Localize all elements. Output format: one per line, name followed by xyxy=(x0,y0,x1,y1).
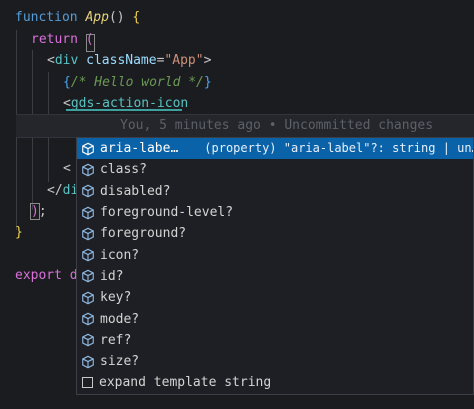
keyword-export: export xyxy=(15,268,62,283)
attr-value: "App" xyxy=(164,53,204,68)
code-line-3: <div className="App"> xyxy=(47,50,211,71)
suggestion-item[interactable]: disabled? xyxy=(77,181,473,202)
suggestion-label: icon? xyxy=(100,247,140,263)
tag-fragment: </ xyxy=(47,183,63,198)
square-icon xyxy=(82,377,93,389)
suggestion-item[interactable]: foreground-level? xyxy=(77,202,473,223)
suggestion-label: key? xyxy=(100,290,132,306)
keyword-return: return xyxy=(31,32,78,47)
cube-icon xyxy=(81,142,95,156)
suggestion-label: foreground-level? xyxy=(100,205,234,221)
code-line-10: } xyxy=(15,222,23,243)
tag-close: > xyxy=(203,53,212,68)
code-line-7: < xyxy=(63,158,71,179)
cube-icon xyxy=(81,269,95,283)
code-line-12: export d xyxy=(15,265,78,286)
cube-icon xyxy=(81,163,95,177)
params: () xyxy=(108,10,125,25)
git-blame-ghost-text: You, 5 minutes ago • Uncommitted changes xyxy=(120,118,434,133)
suggestion-item[interactable]: aria-labe… (property) "aria-label"?: stri… xyxy=(77,138,473,160)
cube-icon xyxy=(81,184,95,198)
cube-icon xyxy=(81,291,95,305)
suggestion-label: aria-labe… xyxy=(100,141,179,157)
brace: { xyxy=(63,75,71,90)
lint-underline xyxy=(66,109,182,111)
suggestion-item[interactable]: icon? xyxy=(77,244,473,265)
suggestion-item[interactable]: foreground? xyxy=(77,223,473,244)
suggestion-item[interactable]: key? xyxy=(77,287,473,308)
code-line-4: {/* Hello world */} xyxy=(63,72,212,93)
suggestion-label: ref? xyxy=(100,332,132,348)
suggestion-label: mode? xyxy=(100,311,140,327)
suggestion-label: foreground? xyxy=(100,226,187,242)
brace: } xyxy=(15,225,23,240)
cube-icon xyxy=(81,312,95,326)
keyword-function: function xyxy=(15,10,78,25)
suggestion-item[interactable]: size? xyxy=(77,351,473,372)
suggestion-detail: (property) "aria-label"?: string | un… xyxy=(204,141,473,156)
suggestion-item[interactable]: class? xyxy=(77,159,473,180)
suggestion-label: disabled? xyxy=(100,183,171,199)
suggestion-widget[interactable]: aria-labe… (property) "aria-label"?: stri… xyxy=(76,137,474,395)
cube-icon xyxy=(81,227,95,241)
code-line-2: return ( xyxy=(31,29,94,50)
comment: /* Hello world */ xyxy=(70,75,204,90)
semicolon: ; xyxy=(38,204,47,219)
suggestion-label: size? xyxy=(100,354,140,370)
suggestion-label: class? xyxy=(100,162,147,178)
paren: ) xyxy=(30,203,40,220)
code-line-8: </di xyxy=(47,180,78,201)
suggestion-label: expand template string xyxy=(99,375,272,391)
tag-open: < xyxy=(47,53,55,68)
function-name: App xyxy=(85,10,109,25)
attr-name: className xyxy=(86,53,157,68)
suggestion-item[interactable]: id? xyxy=(77,266,473,287)
tag-name: div xyxy=(54,53,79,68)
brace: } xyxy=(203,75,212,90)
cube-icon xyxy=(81,333,95,347)
code-editor[interactable]: You, 5 minutes ago • Uncommitted changes… xyxy=(0,0,474,409)
suggestion-label: id? xyxy=(100,268,124,284)
cube-icon xyxy=(81,355,95,369)
suggestion-item-template[interactable]: expand template string xyxy=(77,372,473,393)
suggestion-item[interactable]: mode? xyxy=(77,308,473,329)
tag-fragment: < xyxy=(63,161,71,176)
code-line-1: function App() { xyxy=(15,7,140,28)
cube-icon xyxy=(81,248,95,262)
suggestion-item[interactable]: ref? xyxy=(77,330,473,351)
cube-icon xyxy=(81,206,95,220)
code-line-9: ); xyxy=(30,201,47,222)
brace: { xyxy=(132,10,141,25)
